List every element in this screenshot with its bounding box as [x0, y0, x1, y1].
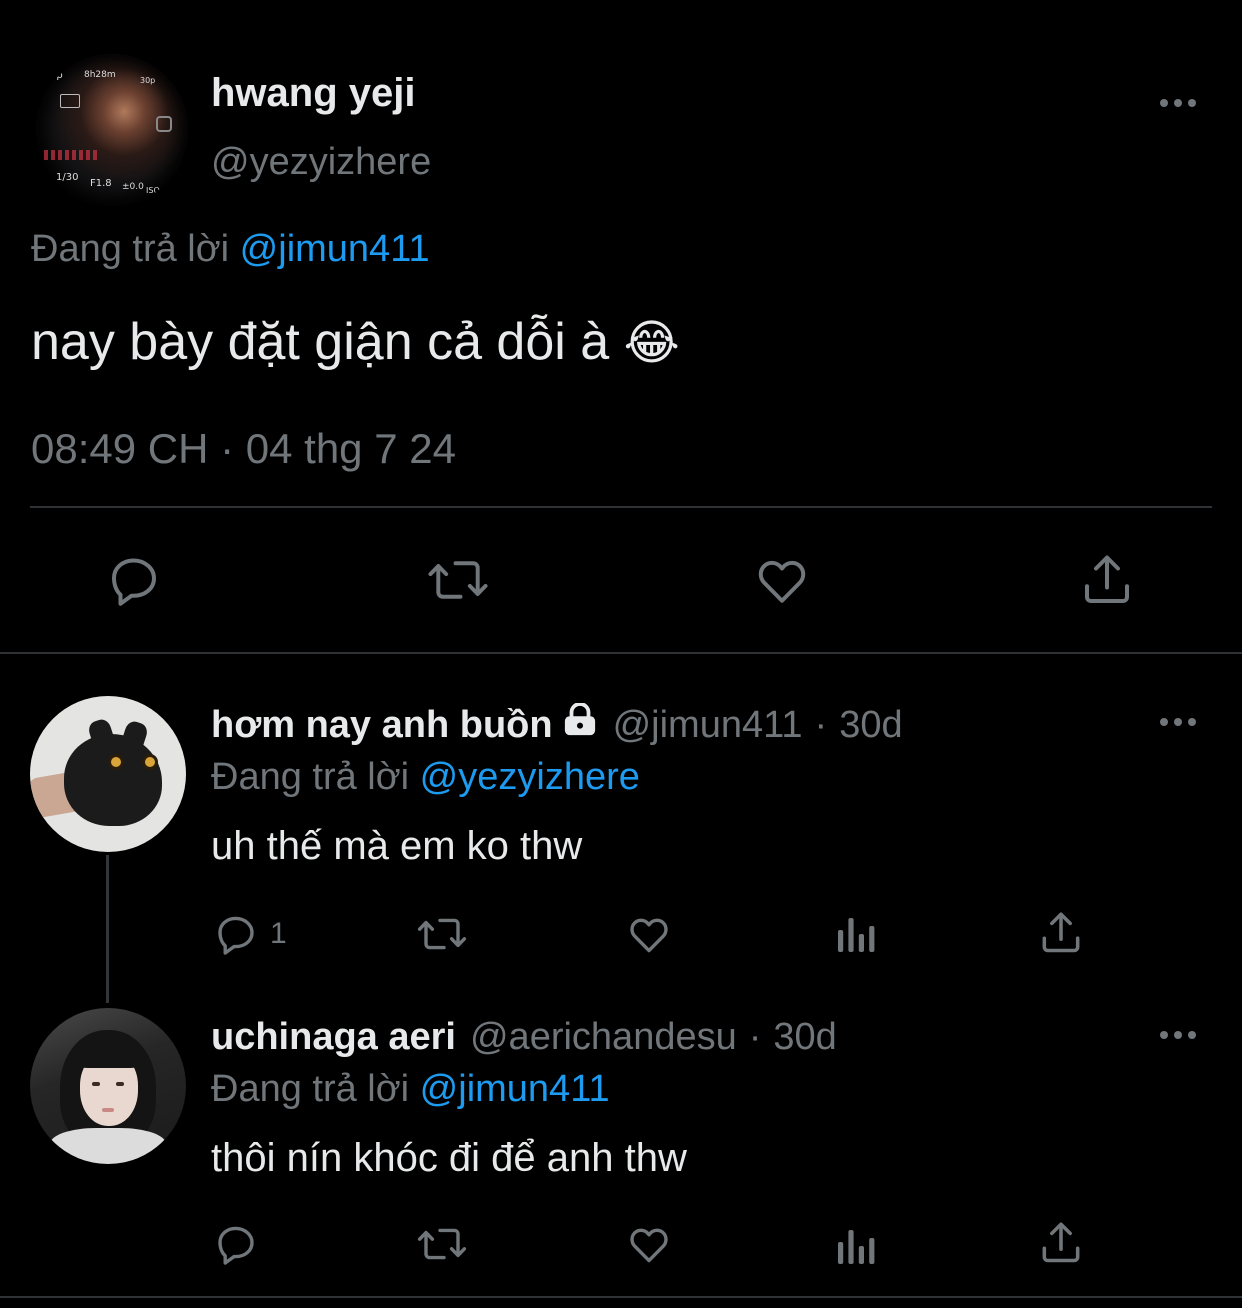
- tweet-text: uh thế mà em ko thw: [211, 824, 583, 868]
- avatar-overlay-text: 3p: [50, 70, 63, 81]
- tweet-header: hơm nay anh buồn @jimun411 · 30d: [211, 702, 903, 748]
- avatar[interactable]: 3p 8h28m 30p 1/30 F1.8 ±0.0 ISO: [36, 54, 188, 206]
- heart-icon[interactable]: [624, 910, 674, 958]
- user-handle[interactable]: @aerichandesu: [470, 1014, 737, 1060]
- reply-context: Đang trả lời @jimun411: [31, 226, 430, 272]
- views-icon[interactable]: [834, 910, 878, 958]
- more-icon[interactable]: [1160, 717, 1196, 727]
- share-icon[interactable]: [1036, 908, 1086, 958]
- reply-to-link[interactable]: @jimun411: [420, 1068, 610, 1110]
- thread-line: [106, 855, 109, 1003]
- reply-to-link[interactable]: @yezyizhere: [420, 756, 640, 798]
- user-handle[interactable]: @jimun411: [613, 702, 803, 748]
- tweet-text: nay bày đặt giận cả dỗi à 😂: [31, 312, 680, 373]
- heart-icon[interactable]: [624, 1220, 674, 1268]
- share-icon[interactable]: [1076, 550, 1138, 610]
- retweet-icon[interactable]: [415, 1220, 469, 1268]
- avatar-overlay-text: 8h28m: [84, 70, 116, 80]
- heart-icon[interactable]: [751, 550, 813, 610]
- avatar-overlay-text: ±0.0: [122, 182, 144, 192]
- display-name[interactable]: hwang yeji: [211, 70, 416, 116]
- views-icon[interactable]: [834, 1222, 878, 1270]
- tweet-body: nay bày đặt giận cả dỗi à: [31, 313, 610, 371]
- tweet-timestamp[interactable]: 08:49 CH · 04 thg 7 24: [31, 424, 456, 474]
- divider: [0, 1296, 1242, 1298]
- avatar-overlay-text: F1.8: [90, 178, 112, 189]
- reply-prefix: Đang trả lời: [211, 1068, 410, 1110]
- reply-prefix: Đang trả lời: [211, 756, 410, 798]
- more-icon[interactable]: [1160, 98, 1196, 108]
- reply-icon[interactable]: 1: [212, 910, 287, 958]
- separator: ·: [748, 1016, 762, 1058]
- avatar[interactable]: [30, 696, 186, 852]
- tweet-text: thôi nín khóc đi để anh thw: [211, 1136, 687, 1180]
- display-name[interactable]: hơm nay anh buồn: [211, 702, 553, 748]
- tweet-age[interactable]: 30d: [773, 1014, 836, 1060]
- tweet-header: uchinaga aeri @aerichandesu · 30d: [211, 1014, 837, 1060]
- lock-icon: [561, 702, 599, 748]
- share-icon[interactable]: [1036, 1218, 1086, 1268]
- user-handle[interactable]: @yezyizhere: [211, 140, 431, 184]
- divider: [30, 506, 1212, 508]
- laughing-emoji-icon: 😂: [623, 315, 680, 371]
- avatar-overlay-text: 30p: [140, 76, 156, 85]
- display-name[interactable]: uchinaga aeri: [211, 1014, 456, 1060]
- reply-to-link[interactable]: @jimun411: [240, 228, 430, 270]
- avatar[interactable]: [30, 1008, 186, 1164]
- reply-count: 1: [270, 917, 287, 950]
- avatar-overlay-text: 1/30: [56, 172, 79, 183]
- avatar-overlay-text: ISO: [146, 186, 160, 195]
- divider: [0, 652, 1242, 654]
- separator: ·: [814, 704, 828, 746]
- reply-icon[interactable]: [104, 550, 164, 610]
- retweet-icon[interactable]: [415, 910, 469, 958]
- retweet-icon[interactable]: [426, 550, 490, 610]
- reply-context: Đang trả lời @yezyizhere: [211, 754, 640, 800]
- reply-prefix: Đang trả lời: [31, 228, 230, 270]
- more-icon[interactable]: [1160, 1030, 1196, 1040]
- reply-context: Đang trả lời @jimun411: [211, 1066, 610, 1112]
- tweet-age[interactable]: 30d: [839, 702, 902, 748]
- reply-icon[interactable]: [212, 1220, 260, 1268]
